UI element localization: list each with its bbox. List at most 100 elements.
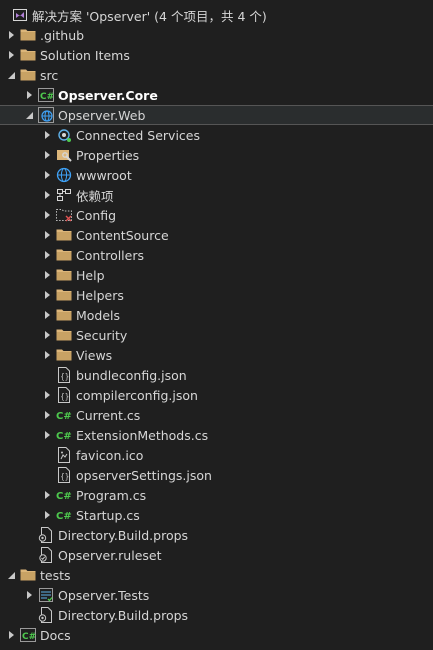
tree-item-wwwroot[interactable]: wwwroot <box>0 165 433 185</box>
chevron-right-icon[interactable] <box>24 585 34 605</box>
tree-item-compilerconfig[interactable]: {} compilerconfig.json <box>0 385 433 405</box>
chevron-right-icon[interactable] <box>6 625 16 645</box>
tree-item-docs[interactable]: C# Docs <box>0 625 433 645</box>
tree-item-label: Current.cs <box>76 407 141 423</box>
chevron-right-icon[interactable] <box>24 85 34 105</box>
chevron-right-icon[interactable] <box>42 405 52 425</box>
folder-icon <box>56 347 72 363</box>
tree-item-label: 依赖项 <box>76 188 114 204</box>
csharp-file-icon: C# <box>56 427 72 443</box>
folder-icon <box>56 327 72 343</box>
tree-item-dependencies[interactable]: 依赖项 <box>0 185 433 205</box>
chevron-right-icon[interactable] <box>42 505 52 525</box>
tree-item-label: Directory.Build.props <box>58 527 189 543</box>
tree-item-github[interactable]: .github <box>0 25 433 45</box>
tree-item-label: Properties <box>76 147 140 163</box>
tree-item-current-cs[interactable]: C# Current.cs <box>0 405 433 425</box>
tree-item-label: Helpers <box>76 287 124 303</box>
props-file-icon <box>38 607 54 623</box>
chevron-down-icon[interactable] <box>24 105 34 125</box>
tree-item-security[interactable]: Security <box>0 325 433 345</box>
tree-item-directory-build-props-src[interactable]: Directory.Build.props <box>0 525 433 545</box>
tree-item-models[interactable]: Models <box>0 305 433 325</box>
tree-item-extensionmethods-cs[interactable]: C# ExtensionMethods.cs <box>0 425 433 445</box>
tree-item-opserver-ruleset[interactable]: Opserver.ruleset <box>0 545 433 565</box>
solution-icon <box>12 7 28 23</box>
chevron-right-icon[interactable] <box>42 345 52 365</box>
properties-icon <box>56 147 72 163</box>
tree-item-help[interactable]: Help <box>0 265 433 285</box>
tree-item-src[interactable]: src <box>0 65 433 85</box>
chevron-right-icon[interactable] <box>42 305 52 325</box>
chevron-right-icon[interactable] <box>42 125 52 145</box>
tree-item-favicon[interactable]: favicon.ico <box>0 445 433 465</box>
tree-item-config[interactable]: Config <box>0 205 433 225</box>
folder-icon <box>56 287 72 303</box>
chevron-right-icon[interactable] <box>42 205 52 225</box>
svg-text:C#: C# <box>40 92 54 102</box>
tree-item-label: bundleconfig.json <box>76 367 187 383</box>
tree-item-contentsource[interactable]: ContentSource <box>0 225 433 245</box>
folder-icon <box>20 47 36 63</box>
tree-item-label: Models <box>76 307 121 323</box>
tree-item-connected-services[interactable]: Connected Services <box>0 125 433 145</box>
chevron-right-icon[interactable] <box>42 425 52 445</box>
chevron-right-icon[interactable] <box>42 165 52 185</box>
solution-explorer-tree: 解决方案 'Opserver' (4 个项目，共 4 个) .github Sol… <box>0 0 433 650</box>
tree-item-label: Config <box>76 207 117 223</box>
tree-item-label: ExtensionMethods.cs <box>76 427 209 443</box>
tree-item-startup-cs[interactable]: C# Startup.cs <box>0 505 433 525</box>
json-file-icon: {} <box>56 387 72 403</box>
solution-root[interactable]: 解决方案 'Opserver' (4 个项目，共 4 个) <box>0 5 433 25</box>
excluded-folder-icon <box>56 207 72 223</box>
folder-icon <box>56 227 72 243</box>
chevron-right-icon[interactable] <box>42 385 52 405</box>
tree-item-label: tests <box>40 567 71 583</box>
chevron-right-icon[interactable] <box>42 265 52 285</box>
image-file-icon <box>56 447 72 463</box>
tree-item-tests[interactable]: tests <box>0 565 433 585</box>
json-file-icon: {} <box>56 467 72 483</box>
chevron-right-icon[interactable] <box>42 225 52 245</box>
tree-item-label: Solution Items <box>40 47 130 63</box>
tree-item-label: Directory.Build.props <box>58 607 189 623</box>
chevron-down-icon[interactable] <box>6 65 16 85</box>
tree-item-bundleconfig[interactable]: {} bundleconfig.json <box>0 365 433 385</box>
svg-text:C#: C# <box>56 511 72 522</box>
chevron-down-icon[interactable] <box>6 565 16 585</box>
chevron-right-icon[interactable] <box>42 185 52 205</box>
tree-item-opserversettings[interactable]: {} opserverSettings.json <box>0 465 433 485</box>
tree-item-solution-items[interactable]: Solution Items <box>0 45 433 65</box>
tree-item-properties[interactable]: Properties <box>0 145 433 165</box>
tree-item-label: .github <box>40 27 85 43</box>
folder-icon <box>56 307 72 323</box>
tree-item-directory-build-props-tests[interactable]: Directory.Build.props <box>0 605 433 625</box>
tree-item-opserver-web[interactable]: Opserver.Web <box>0 105 433 125</box>
tree-item-program-cs[interactable]: C# Program.cs <box>0 485 433 505</box>
chevron-right-icon[interactable] <box>6 45 16 65</box>
tree-item-opserver-tests[interactable]: Opserver.Tests <box>0 585 433 605</box>
folder-icon <box>20 27 36 43</box>
globe-icon <box>56 167 72 183</box>
chevron-right-icon[interactable] <box>42 285 52 305</box>
solution-title: 解决方案 'Opserver' (4 个项目，共 4 个) <box>32 8 267 24</box>
connected-services-icon <box>56 127 72 143</box>
tree-item-views[interactable]: Views <box>0 345 433 365</box>
tree-item-helpers[interactable]: Helpers <box>0 285 433 305</box>
chevron-right-icon[interactable] <box>42 325 52 345</box>
tree-item-label: Program.cs <box>76 487 147 503</box>
tree-item-controllers[interactable]: Controllers <box>0 245 433 265</box>
tree-item-label: opserverSettings.json <box>76 467 212 483</box>
chevron-right-icon[interactable] <box>42 485 52 505</box>
chevron-right-icon[interactable] <box>6 25 16 45</box>
chevron-right-icon[interactable] <box>42 245 52 265</box>
tree-item-opserver-core[interactable]: C# Opserver.Core <box>0 85 433 105</box>
csharp-file-icon: C# <box>56 407 72 423</box>
svg-text:{}: {} <box>60 392 69 401</box>
chevron-right-icon[interactable] <box>42 145 52 165</box>
tree-item-label: wwwroot <box>76 167 132 183</box>
